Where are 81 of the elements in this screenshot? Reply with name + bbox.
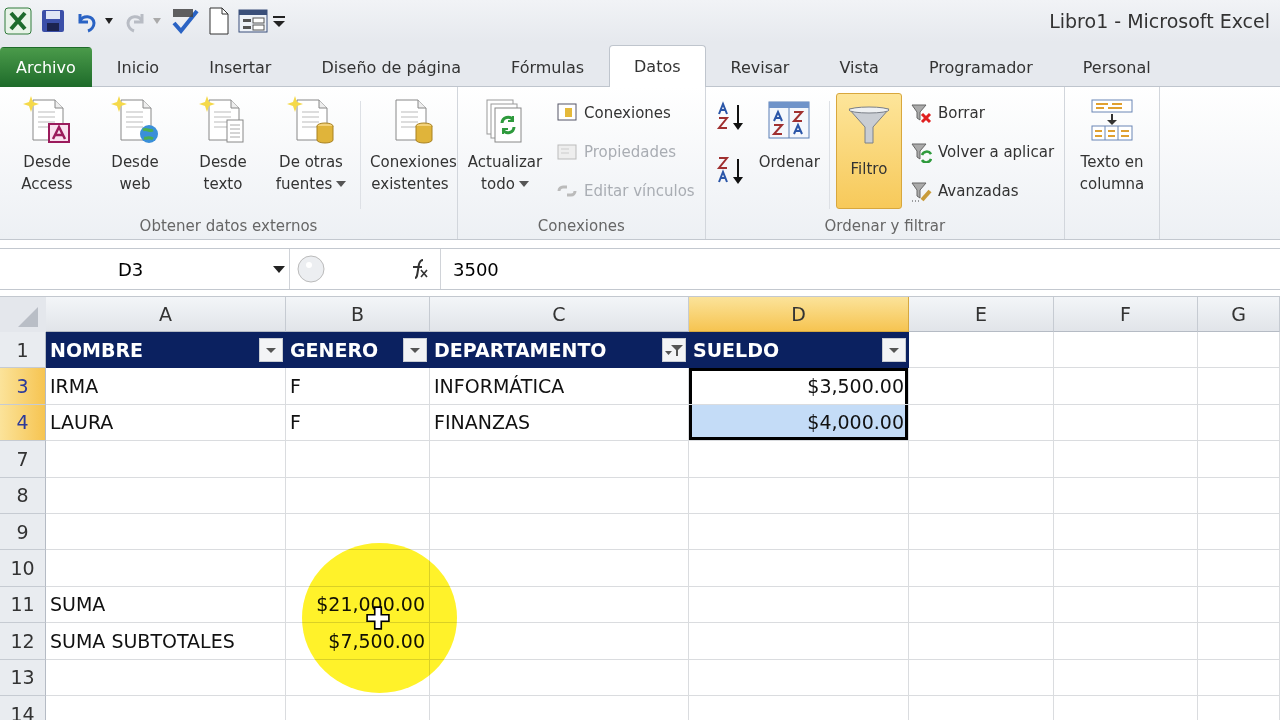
row-header[interactable]: 14 bbox=[0, 695, 46, 720]
name-box[interactable]: D3 bbox=[0, 249, 290, 289]
caret-icon[interactable] bbox=[104, 17, 114, 25]
window-title: Libro1 - Microsoft Excel bbox=[1049, 10, 1270, 32]
column-header[interactable]: A bbox=[46, 297, 286, 332]
column-header[interactable]: G bbox=[1198, 297, 1280, 332]
ribbon-tab[interactable]: Diseño de página bbox=[296, 47, 486, 87]
row-header[interactable]: 11 bbox=[0, 586, 46, 624]
formula-field[interactable]: 3500 bbox=[441, 258, 1280, 280]
ribbon-tab[interactable]: Datos bbox=[609, 45, 706, 87]
table-cell: SUMA SUBTOTALES bbox=[46, 623, 286, 660]
caret-icon bbox=[273, 265, 285, 273]
ribbon-button[interactable]: Conexiones bbox=[550, 93, 701, 132]
group-label: Obtener datos externos bbox=[138, 217, 319, 237]
filter-dropdown-button[interactable] bbox=[259, 337, 283, 362]
form-icon[interactable] bbox=[238, 8, 268, 34]
table-cell: $4,000.00 bbox=[689, 404, 909, 442]
row-header[interactable]: 7 bbox=[0, 441, 46, 478]
filter-dropdown-button[interactable] bbox=[882, 337, 906, 362]
ribbon-tab[interactable]: Revisar bbox=[705, 47, 815, 87]
access-document-icon bbox=[23, 96, 71, 144]
ribbon-tab[interactable]: Inicio bbox=[91, 47, 185, 87]
table-cell: LAURA bbox=[46, 404, 286, 442]
ribbon-button[interactable]: Texto en columna bbox=[1069, 93, 1156, 201]
table-header-cell: DEPARTAMENTO bbox=[430, 332, 689, 369]
row-header[interactable]: 10 bbox=[0, 550, 46, 587]
row-header[interactable]: 4 bbox=[0, 404, 46, 442]
column-header[interactable]: E bbox=[909, 297, 1054, 332]
spelling-check-icon[interactable] bbox=[170, 7, 200, 35]
table-cell: INFORMÁTICA bbox=[430, 368, 689, 405]
ribbon-button[interactable]: Desde Access bbox=[4, 93, 90, 201]
row-header[interactable]: 8 bbox=[0, 477, 46, 514]
excel-logo-icon[interactable] bbox=[4, 7, 32, 35]
filter-applied-button[interactable] bbox=[662, 337, 686, 362]
web-document-icon bbox=[111, 96, 159, 144]
table-cell: IRMA bbox=[46, 368, 286, 405]
ribbon-tab[interactable]: Programador bbox=[903, 47, 1058, 87]
caret-icon bbox=[152, 17, 162, 25]
ribbon-button[interactable]: Volver a aplicar bbox=[903, 132, 1061, 171]
table-cell: F bbox=[286, 404, 430, 442]
ribbon-button[interactable]: Ordenar bbox=[755, 93, 823, 179]
table-header-cell: SUELDO bbox=[689, 332, 909, 369]
row-header[interactable]: 1 bbox=[0, 332, 46, 369]
table-header-cell: NOMBRE bbox=[46, 332, 286, 369]
row-header[interactable]: 12 bbox=[0, 623, 46, 660]
ribbon-tab[interactable]: Vista bbox=[814, 47, 904, 87]
ribbon-button[interactable]: Desde web bbox=[92, 93, 178, 201]
ribbon-button[interactable]: De otras fuentes bbox=[268, 93, 354, 201]
ribbon-tab[interactable]: Insertar bbox=[184, 47, 297, 87]
database-document-icon bbox=[287, 96, 335, 144]
column-header[interactable]: D bbox=[689, 297, 909, 332]
column-header[interactable]: B bbox=[286, 297, 430, 332]
group-label: Conexiones bbox=[536, 217, 626, 237]
ribbon-tab[interactable]: Personal bbox=[1057, 47, 1176, 87]
table-cell: SUMA bbox=[46, 586, 286, 624]
column-header[interactable]: F bbox=[1054, 297, 1198, 332]
ribbon-button[interactable]: Desde texto bbox=[180, 93, 266, 201]
save-icon[interactable] bbox=[40, 8, 66, 34]
table-header-cell: GENERO bbox=[286, 332, 430, 369]
file-tab[interactable]: Archivo bbox=[0, 47, 92, 87]
table-cell: F bbox=[286, 368, 430, 405]
reapply-filter-icon bbox=[909, 140, 932, 163]
ribbon-tab[interactable]: Fórmulas bbox=[486, 47, 610, 87]
new-document-icon[interactable] bbox=[208, 7, 230, 35]
resize-handle-icon[interactable] bbox=[296, 254, 326, 284]
row-header[interactable]: 13 bbox=[0, 659, 46, 696]
ribbon-button[interactable]: Filtro bbox=[835, 93, 902, 209]
text-document-icon bbox=[199, 96, 247, 144]
ribbon-button[interactable]: Actualizar todo bbox=[462, 93, 548, 201]
column-header[interactable]: C bbox=[430, 297, 689, 332]
ribbon-button[interactable]: Avanzadas bbox=[903, 171, 1061, 210]
customize-menu-icon[interactable] bbox=[272, 14, 286, 28]
table-cell: $3,500.00 bbox=[689, 368, 909, 405]
row-header[interactable]: 9 bbox=[0, 513, 46, 551]
row-header[interactable]: 3 bbox=[0, 368, 46, 405]
clear-filter-icon bbox=[909, 101, 932, 124]
ribbon-button[interactable]: Borrar bbox=[903, 93, 1061, 132]
connections-icon bbox=[556, 101, 578, 124]
group-label: Ordenar y filtrar bbox=[823, 217, 947, 237]
filter-dropdown-button[interactable] bbox=[403, 337, 427, 362]
advanced-filter-icon bbox=[909, 179, 932, 202]
